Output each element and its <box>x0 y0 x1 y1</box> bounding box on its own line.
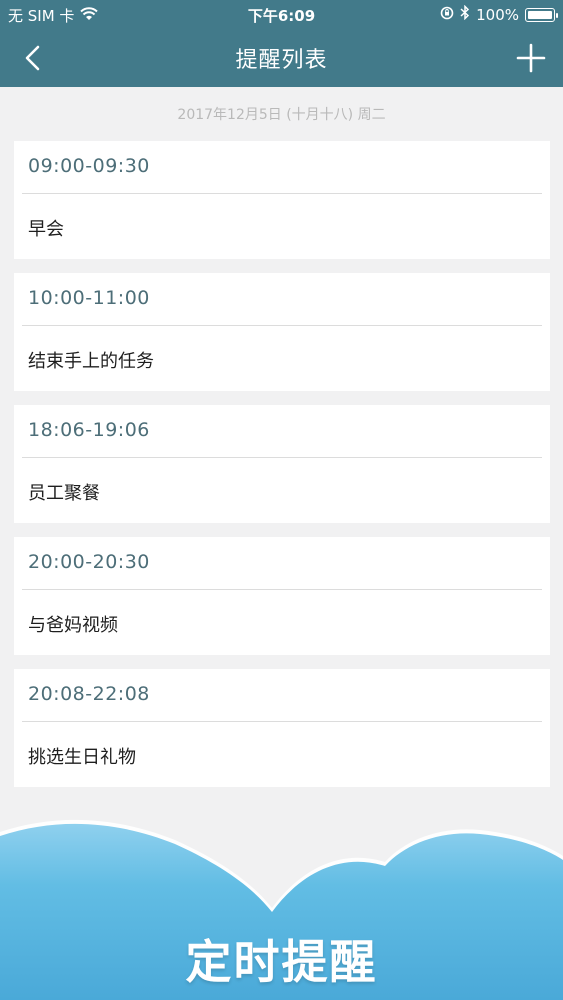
divider <box>22 193 542 194</box>
page-title: 提醒列表 <box>235 48 328 73</box>
plus-icon <box>516 43 546 73</box>
date-header: 2017年12月5日 (十月十八) 周二 <box>177 107 386 123</box>
reminder-list: 09:00-09:30 早会 10:00-11:00 结束手上的任务 18:06… <box>14 141 550 801</box>
divider <box>22 325 542 326</box>
footer-banner: 定时提醒 <box>0 800 563 1000</box>
top-bar: 无 SIM 卡 下午6:09 100% 提醒列表 <box>0 0 563 87</box>
reminder-card[interactable]: 18:06-19:06 员工聚餐 <box>14 405 550 523</box>
reminder-title: 与爸妈视频 <box>28 615 118 636</box>
reminder-card[interactable]: 10:00-11:00 结束手上的任务 <box>14 273 550 391</box>
divider <box>22 457 542 458</box>
reminder-title: 挑选生日礼物 <box>28 747 136 768</box>
divider <box>22 589 542 590</box>
status-right: 100% <box>440 4 558 24</box>
orientation-lock-icon <box>440 6 454 24</box>
reminder-card[interactable]: 20:00-20:30 与爸妈视频 <box>14 537 550 655</box>
reminder-time: 10:00-11:00 <box>28 287 150 309</box>
reminder-title: 结束手上的任务 <box>28 351 154 372</box>
battery-percent: 100% <box>476 5 519 24</box>
footer-slogan: 定时提醒 <box>185 935 378 989</box>
status-bar: 无 SIM 卡 下午6:09 100% <box>0 0 563 30</box>
reminder-title: 员工聚餐 <box>28 483 100 504</box>
nav-bar: 提醒列表 <box>0 30 563 87</box>
reminder-time: 20:08-22:08 <box>28 683 150 705</box>
divider <box>22 721 542 722</box>
reminder-time: 09:00-09:30 <box>28 155 150 177</box>
bluetooth-icon <box>460 4 470 24</box>
reminder-card[interactable]: 09:00-09:30 早会 <box>14 141 550 259</box>
battery-icon <box>525 7 558 22</box>
reminder-time: 20:00-20:30 <box>28 551 150 573</box>
reminder-time: 18:06-19:06 <box>28 419 150 441</box>
add-reminder-button[interactable] <box>513 40 549 76</box>
reminder-title: 早会 <box>28 219 64 240</box>
reminder-card[interactable]: 20:08-22:08 挑选生日礼物 <box>14 669 550 787</box>
